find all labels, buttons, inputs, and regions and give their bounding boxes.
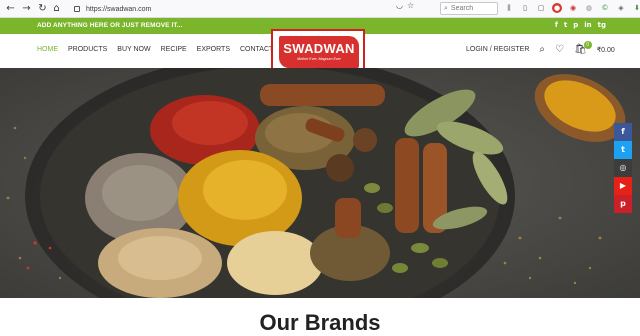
pocket-icon[interactable]: ◡ xyxy=(396,1,403,10)
reload-button[interactable]: ↻ xyxy=(36,2,49,15)
search-icon[interactable]: ⌕ xyxy=(539,44,545,55)
cart-count-badge: 0 xyxy=(583,41,592,49)
side-youtube-icon[interactable]: ▶ xyxy=(614,177,632,195)
wishlist-heart-icon[interactable]: ♡ xyxy=(555,44,564,55)
header-actions: LOGIN / REGISTER ⌕ ♡ 🛍 0 ₹0.00 xyxy=(466,41,615,55)
cart-total[interactable]: ₹0.00 xyxy=(597,46,615,54)
browser-search-input[interactable] xyxy=(450,3,495,14)
lock-icon xyxy=(74,6,80,12)
telegram-icon[interactable]: tg xyxy=(598,21,606,29)
url-text: https://swadwan.com xyxy=(86,5,152,13)
nav-buy-now[interactable]: BUY NOW xyxy=(117,46,150,53)
main-navigation: HOME PRODUCTS BUY NOW RECIPE EXPORTS CON… xyxy=(37,46,273,53)
home-button[interactable]: ⌂ xyxy=(50,2,63,15)
address-bar[interactable]: https://swadwan.com xyxy=(64,2,434,16)
promo-social-links: f t p in tg xyxy=(555,21,606,29)
linkedin-icon[interactable]: in xyxy=(584,21,591,29)
library-icon[interactable]: ⫼ xyxy=(504,3,514,13)
hero-spices-image xyxy=(0,68,640,298)
extension-green-icon[interactable]: © xyxy=(600,3,610,13)
logo-tagline: Mother Ever, Magnum Ever xyxy=(297,57,341,61)
address-bar-actions: ◡ ☆ xyxy=(396,1,414,10)
bookmark-star-icon[interactable]: ☆ xyxy=(407,1,414,10)
side-pinterest-icon[interactable]: p xyxy=(614,195,632,213)
nav-exports[interactable]: EXPORTS xyxy=(197,46,230,53)
cart-icon[interactable]: 🛍 0 xyxy=(574,41,592,55)
nav-products[interactable]: PRODUCTS xyxy=(68,46,107,53)
side-twitter-icon[interactable]: t xyxy=(614,141,632,159)
forward-button[interactable]: → xyxy=(20,2,33,15)
download-icon[interactable]: ⬇ xyxy=(632,3,640,13)
nav-contact[interactable]: CONTACT xyxy=(240,46,273,53)
extension-gray-icon[interactable]: ◍ xyxy=(584,3,594,13)
back-button[interactable]: ← xyxy=(4,2,17,15)
extension-icons: ⫼ ▯ ▢ ● ◉ ◍ © ◈ ⬇ ≡ xyxy=(504,3,640,13)
extension-red-icon[interactable]: ◉ xyxy=(568,3,578,13)
nav-home[interactable]: HOME xyxy=(37,46,58,53)
screenshot-icon[interactable]: ▢ xyxy=(536,3,546,13)
facebook-icon[interactable]: f xyxy=(555,21,558,29)
logo-badge: SWADWAN Mother Ever, Magnum Ever xyxy=(279,36,359,68)
nav-recipe[interactable]: RECIPE xyxy=(161,46,187,53)
sidebar-icon[interactable]: ▯ xyxy=(520,3,530,13)
side-facebook-icon[interactable]: f xyxy=(614,123,632,141)
twitter-icon[interactable]: t xyxy=(564,21,567,29)
browser-toolbar: ← → ↻ ⌂ https://swadwan.com ◡ ☆ ⌕ ⫼ ▯ ▢ … xyxy=(0,0,640,18)
search-icon: ⌕ xyxy=(444,4,448,12)
spices-illustration xyxy=(0,68,640,298)
shield-icon[interactable]: ◈ xyxy=(616,3,626,13)
side-social-bar: f t ◎ ▶ p xyxy=(614,123,632,213)
section-heading: Our Brands xyxy=(259,310,381,335)
logo-name: SWADWAN xyxy=(283,41,355,56)
promo-text: ADD ANYTHING HERE OR JUST REMOVE IT... xyxy=(37,22,183,29)
login-register-link[interactable]: LOGIN / REGISTER xyxy=(466,46,529,53)
adblock-icon[interactable]: ● xyxy=(552,3,562,13)
browser-search[interactable]: ⌕ xyxy=(440,2,498,15)
side-instagram-icon[interactable]: ◎ xyxy=(614,159,632,177)
pinterest-icon[interactable]: p xyxy=(573,21,578,29)
